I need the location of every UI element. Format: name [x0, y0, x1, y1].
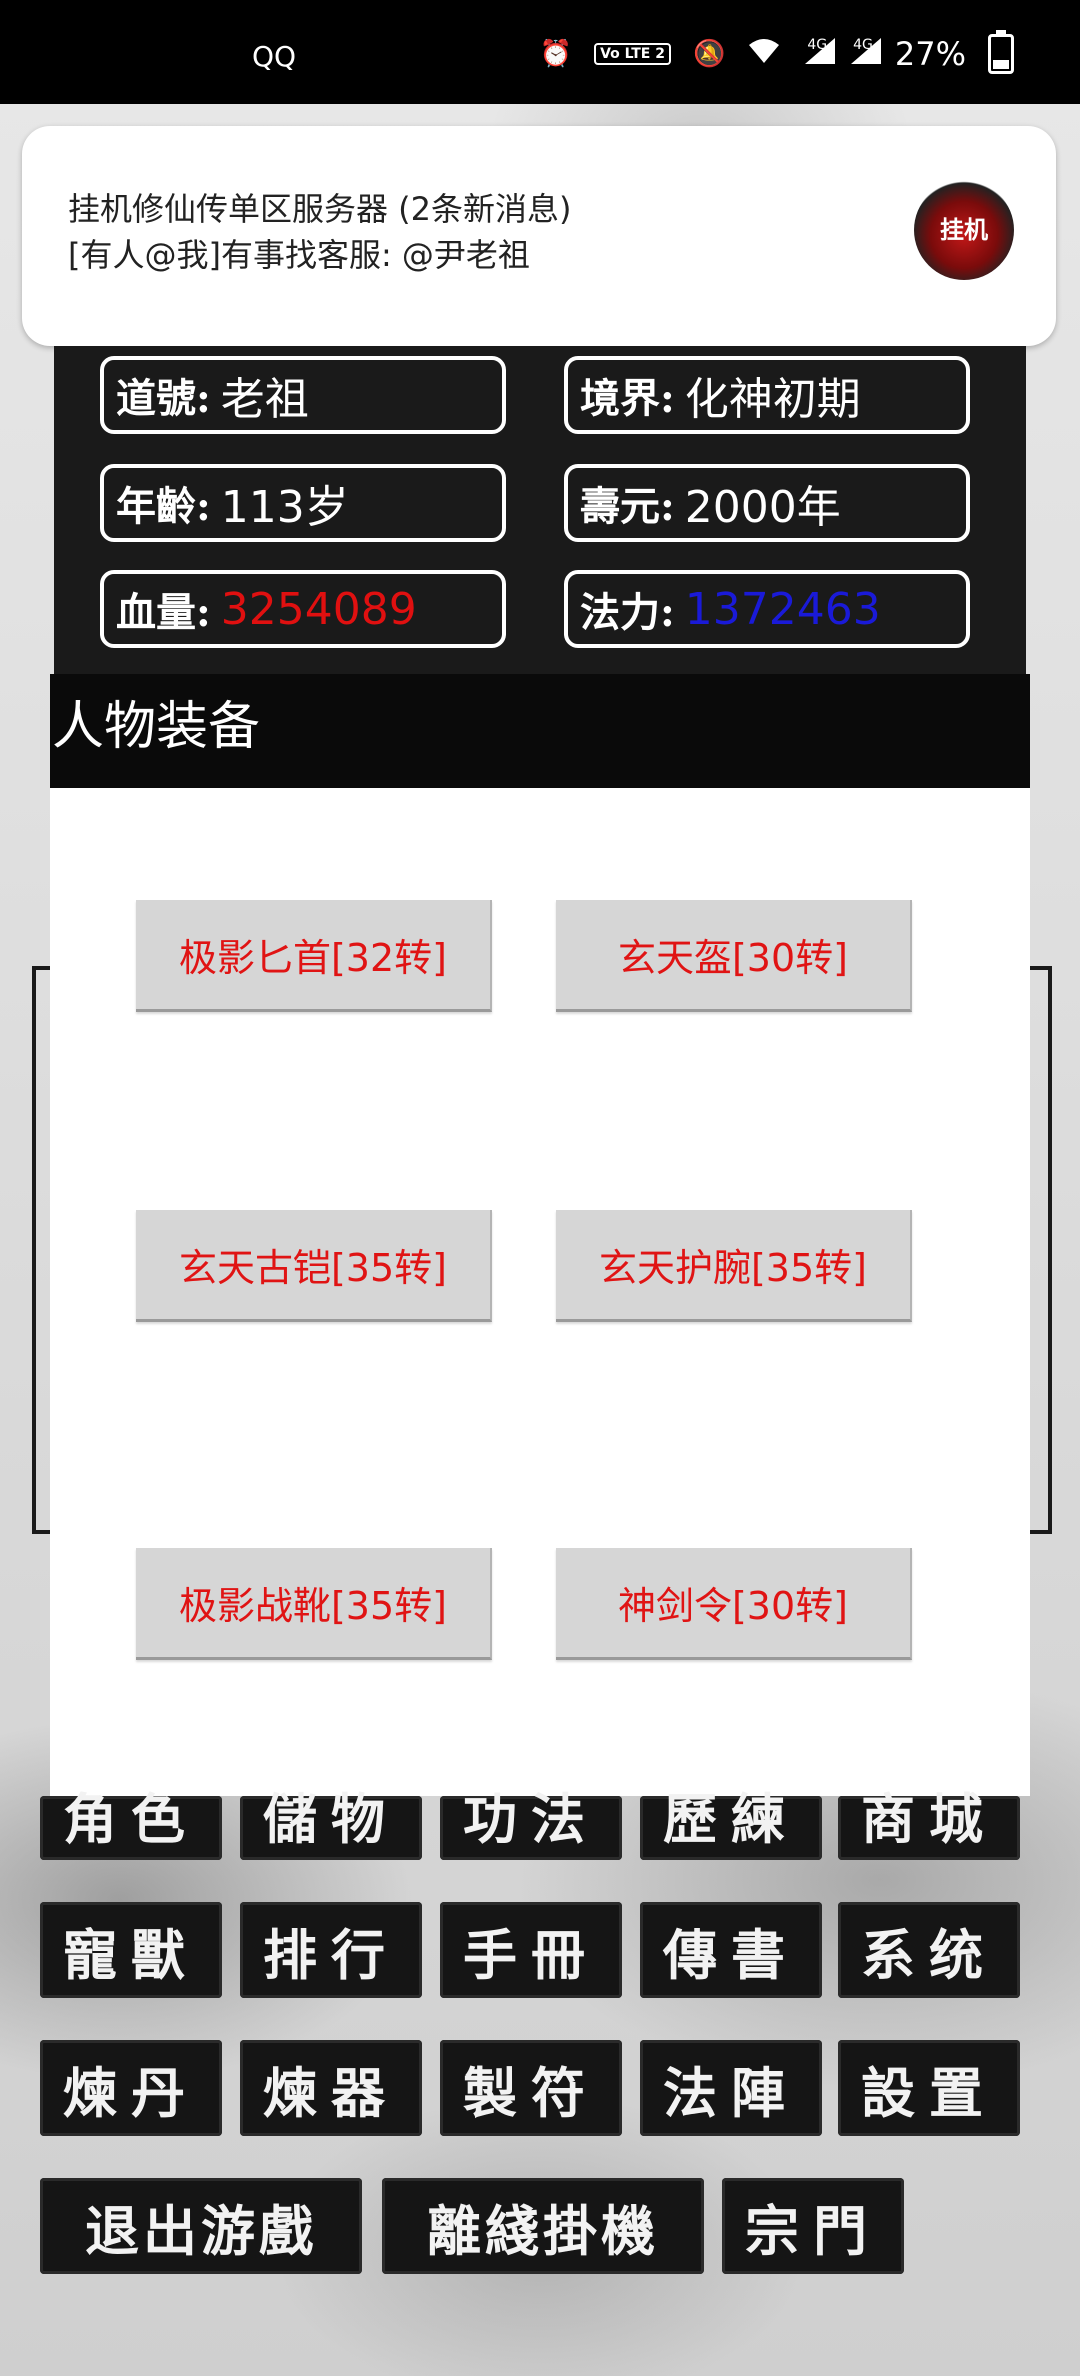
stat-nianling: 年齡: 113岁 [100, 464, 506, 542]
menu-forging-button[interactable]: 煉器 [240, 2040, 422, 2136]
stat-value: 老祖 [220, 374, 309, 425]
menu-storage-button[interactable]: 儲物 [240, 1787, 422, 1860]
equip-slot-token[interactable]: 神剑令[30转] [556, 1548, 912, 1660]
stat-label: 道號: [116, 375, 211, 422]
menu-sect-button[interactable]: 宗門 [722, 2178, 904, 2274]
menu-shop-button[interactable]: 商城 [838, 1787, 1020, 1860]
notification-message: [有人@我]有事找客服: @尹老祖 [68, 236, 530, 274]
menu-talisman-button[interactable]: 製符 [440, 2040, 622, 2136]
stat-value: 113岁 [220, 482, 349, 533]
network-type-1: 4G [807, 37, 828, 53]
stat-label: 血量: [116, 589, 211, 636]
game-logo-icon: 挂机 [914, 180, 1014, 280]
menu-exit-game-button[interactable]: 退出游戲 [40, 2178, 362, 2274]
equipment-dialog-title: 人物装备 [52, 697, 261, 757]
menu-character-button[interactable]: 角色 [40, 1787, 222, 1860]
character-stats-panel: 道號: 老祖 境界: 化神初期 年齡: 113岁 壽元: 2000年 血量: 3… [54, 346, 1026, 676]
stat-value-mp: 1372463 [684, 583, 881, 635]
equip-slot-weapon[interactable]: 极影匕首[32转] [136, 900, 492, 1012]
frame-right-ornament [1030, 966, 1052, 1534]
stat-daohao: 道號: 老祖 [100, 356, 506, 434]
battery-icon [988, 30, 1014, 74]
wifi-icon [747, 37, 781, 72]
stat-xueliang: 血量: 3254089 [100, 570, 506, 648]
logo-text: 挂机 [940, 216, 988, 244]
stat-value: 化神初期 [684, 374, 861, 425]
stat-shouyuan: 壽元: 2000年 [564, 464, 970, 542]
stat-label: 年齡: [116, 483, 211, 530]
stat-label: 境界: [580, 375, 675, 422]
equip-slot-armor[interactable]: 玄天古铠[35转] [136, 1210, 492, 1322]
menu-settings-button[interactable]: 設置 [838, 2040, 1020, 2136]
stat-label: 壽元: [580, 483, 675, 530]
menu-offline-idle-button[interactable]: 離綫掛機 [382, 2178, 704, 2274]
qq-notification[interactable]: 挂机修仙传单区服务器 (2条新消息) [有人@我]有事找客服: @尹老祖 挂机 [22, 126, 1056, 346]
menu-system-button[interactable]: 系统 [838, 1902, 1020, 1998]
mute-icon: 🔕 [692, 39, 726, 69]
equip-slot-helmet[interactable]: 玄天盔[30转] [556, 900, 912, 1012]
menu-alchemy-button[interactable]: 煉丹 [40, 2040, 222, 2136]
volte-icon: Vo LTE 2 [594, 43, 671, 65]
menu-messages-button[interactable]: 傳書 [640, 1902, 822, 1998]
stat-fali: 法力: 1372463 [564, 570, 970, 648]
stat-jingjie: 境界: 化神初期 [564, 356, 970, 434]
network-type-2: 4G [853, 37, 873, 53]
equipment-dialog-header: 人物装备 [50, 674, 1030, 788]
alarm-icon: ⏰ [539, 39, 573, 69]
stat-value: 2000年 [684, 482, 841, 533]
equip-slot-boots[interactable]: 极影战靴[35转] [136, 1548, 492, 1660]
menu-manual-button[interactable]: 手冊 [440, 1902, 622, 1998]
menu-skills-button[interactable]: 功法 [440, 1787, 622, 1860]
battery-percent: 27% [894, 35, 966, 73]
equip-slot-bracer[interactable]: 玄天护腕[35转] [556, 1210, 912, 1322]
stat-label: 法力: [580, 589, 675, 636]
menu-ranking-button[interactable]: 排行 [240, 1902, 422, 1998]
status-app-label: QQ [252, 40, 297, 73]
equipment-dialog-body: 极影匕首[32转] 玄天盔[30转] 玄天古铠[35转] 玄天护腕[35转] 极… [50, 788, 1030, 1796]
notification-title: 挂机修仙传单区服务器 (2条新消息) [68, 190, 572, 228]
status-bar: QQ ⏰ Vo LTE 2 🔕 4G 4G 27% [0, 0, 1080, 104]
stat-value-hp: 3254089 [220, 583, 417, 635]
status-icons: ⏰ Vo LTE 2 🔕 4G 4G 27% [539, 30, 1014, 74]
menu-pets-button[interactable]: 寵獸 [40, 1902, 222, 1998]
menu-formation-button[interactable]: 法陣 [640, 2040, 822, 2136]
menu-training-button[interactable]: 歷練 [640, 1787, 822, 1860]
